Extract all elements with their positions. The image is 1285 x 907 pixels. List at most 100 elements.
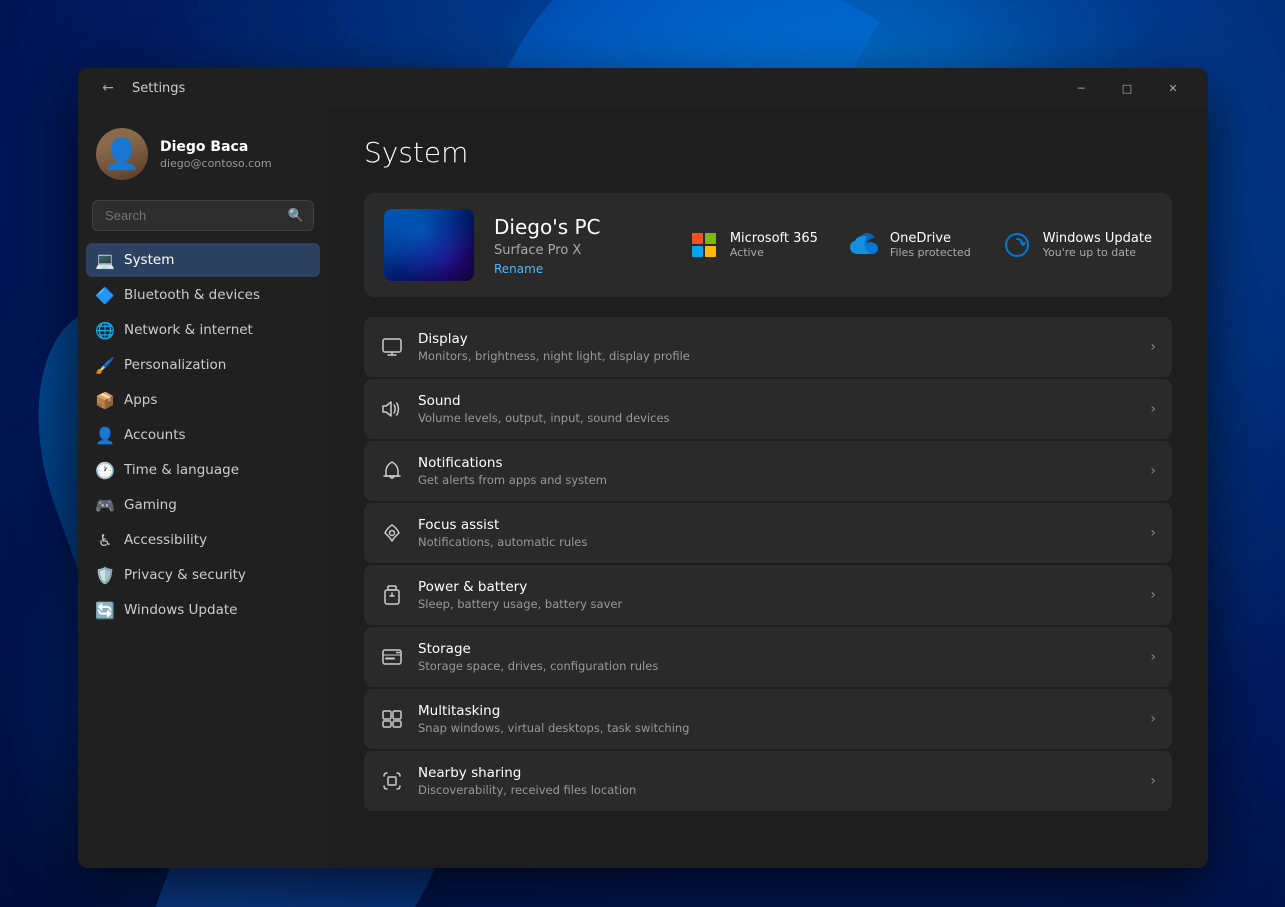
settings-row-display[interactable]: Display Monitors, brightness, night ligh… xyxy=(364,317,1172,377)
sound-icon xyxy=(380,397,404,421)
user-profile[interactable]: Diego Baca diego@contoso.com xyxy=(86,120,320,196)
user-info: Diego Baca diego@contoso.com xyxy=(160,139,310,170)
power-chevron: › xyxy=(1150,587,1156,603)
multitasking-icon xyxy=(380,707,404,731)
winupdate-icon xyxy=(1001,229,1033,261)
settings-row-power[interactable]: Power & battery Sleep, battery usage, ba… xyxy=(364,565,1172,625)
window-title: Settings xyxy=(132,81,185,96)
sidebar-item-label: Bluetooth & devices xyxy=(124,287,260,303)
sidebar-nav: 💻 System 🔷 Bluetooth & devices 🌐 Network… xyxy=(86,243,320,627)
nearby-title: Nearby sharing xyxy=(418,765,1136,781)
sidebar-item-label: Privacy & security xyxy=(124,567,246,583)
rename-link[interactable]: Rename xyxy=(494,262,668,276)
accounts-icon: 👤 xyxy=(96,426,114,444)
display-desc: Monitors, brightness, night light, displ… xyxy=(418,349,1136,363)
search-icon: 🔍 xyxy=(288,208,304,223)
page-title: System xyxy=(364,136,1172,169)
service-onedrive-info: OneDrive Files protected xyxy=(890,231,971,259)
apps-icon: 📦 xyxy=(96,391,114,409)
service-winupdate-status: You're up to date xyxy=(1043,246,1152,259)
sidebar-item-apps[interactable]: 📦 Apps xyxy=(86,383,320,417)
sidebar-item-system[interactable]: 💻 System xyxy=(86,243,320,277)
sidebar-item-privacy[interactable]: 🛡️ Privacy & security xyxy=(86,558,320,592)
settings-row-storage[interactable]: Storage Storage space, drives, configura… xyxy=(364,627,1172,687)
display-title: Display xyxy=(418,331,1136,347)
sound-chevron: › xyxy=(1150,401,1156,417)
sidebar-item-personalization[interactable]: 🖌️ Personalization xyxy=(86,348,320,382)
service-winupdate-name: Windows Update xyxy=(1043,231,1152,246)
sidebar-item-time[interactable]: 🕐 Time & language xyxy=(86,453,320,487)
user-email: diego@contoso.com xyxy=(160,157,310,170)
storage-desc: Storage space, drives, configuration rul… xyxy=(418,659,1136,673)
settings-window: ← Settings ─ □ ✕ Diego Baca diego@contos… xyxy=(78,68,1208,868)
settings-row-nearby[interactable]: Nearby sharing Discoverability, received… xyxy=(364,751,1172,811)
service-onedrive-name: OneDrive xyxy=(890,231,971,246)
sidebar-item-label: Accessibility xyxy=(124,532,207,548)
pc-card: Diego's PC Surface Pro X Rename xyxy=(364,193,1172,297)
service-ms365[interactable]: Microsoft 365 Active xyxy=(688,229,818,261)
sidebar-item-label: Windows Update xyxy=(124,602,237,618)
storage-text: Storage Storage space, drives, configura… xyxy=(418,641,1136,673)
service-ms365-status: Active xyxy=(730,246,818,259)
settings-row-sound[interactable]: Sound Volume levels, output, input, soun… xyxy=(364,379,1172,439)
storage-chevron: › xyxy=(1150,649,1156,665)
search-input[interactable] xyxy=(92,200,314,231)
windowsupdate-icon: 🔄 xyxy=(96,601,114,619)
time-icon: 🕐 xyxy=(96,461,114,479)
pc-name: Diego's PC xyxy=(494,215,668,239)
sound-desc: Volume levels, output, input, sound devi… xyxy=(418,411,1136,425)
personalization-icon: 🖌️ xyxy=(96,356,114,374)
storage-title: Storage xyxy=(418,641,1136,657)
power-desc: Sleep, battery usage, battery saver xyxy=(418,597,1136,611)
pc-model: Surface Pro X xyxy=(494,243,668,258)
user-name: Diego Baca xyxy=(160,139,310,155)
focus-title: Focus assist xyxy=(418,517,1136,533)
sidebar: Diego Baca diego@contoso.com 🔍 💻 System … xyxy=(78,108,328,868)
settings-row-notifications[interactable]: Notifications Get alerts from apps and s… xyxy=(364,441,1172,501)
network-icon: 🌐 xyxy=(96,321,114,339)
power-title: Power & battery xyxy=(418,579,1136,595)
service-onedrive-status: Files protected xyxy=(890,246,971,259)
service-winupdate-info: Windows Update You're up to date xyxy=(1043,231,1152,259)
focus-chevron: › xyxy=(1150,525,1156,541)
sidebar-item-network[interactable]: 🌐 Network & internet xyxy=(86,313,320,347)
sidebar-item-label: Apps xyxy=(124,392,157,408)
accessibility-icon: ♿ xyxy=(96,531,114,549)
sidebar-item-label: System xyxy=(124,252,174,268)
pc-info: Diego's PC Surface Pro X Rename xyxy=(494,215,668,276)
minimize-button[interactable]: ─ xyxy=(1058,72,1104,104)
sidebar-item-label: Accounts xyxy=(124,427,186,443)
avatar xyxy=(96,128,148,180)
sound-title: Sound xyxy=(418,393,1136,409)
multitasking-title: Multitasking xyxy=(418,703,1136,719)
nearby-text: Nearby sharing Discoverability, received… xyxy=(418,765,1136,797)
nearby-chevron: › xyxy=(1150,773,1156,789)
nearby-icon xyxy=(380,769,404,793)
multitasking-text: Multitasking Snap windows, virtual deskt… xyxy=(418,703,1136,735)
back-button[interactable]: ← xyxy=(94,74,122,102)
focus-icon xyxy=(380,521,404,545)
nearby-desc: Discoverability, received files location xyxy=(418,783,1136,797)
settings-row-multitasking[interactable]: Multitasking Snap windows, virtual deskt… xyxy=(364,689,1172,749)
notifications-chevron: › xyxy=(1150,463,1156,479)
close-button[interactable]: ✕ xyxy=(1150,72,1196,104)
settings-list: Display Monitors, brightness, night ligh… xyxy=(364,317,1172,811)
sidebar-item-windowsupdate[interactable]: 🔄 Windows Update xyxy=(86,593,320,627)
display-text: Display Monitors, brightness, night ligh… xyxy=(418,331,1136,363)
sidebar-item-label: Gaming xyxy=(124,497,177,513)
service-winupdate[interactable]: Windows Update You're up to date xyxy=(1001,229,1152,261)
sidebar-item-label: Network & internet xyxy=(124,322,253,338)
sidebar-item-accessibility[interactable]: ♿ Accessibility xyxy=(86,523,320,557)
maximize-button[interactable]: □ xyxy=(1104,72,1150,104)
sidebar-item-label: Personalization xyxy=(124,357,226,373)
window-controls: ─ □ ✕ xyxy=(1058,72,1196,104)
notifications-title: Notifications xyxy=(418,455,1136,471)
service-onedrive[interactable]: OneDrive Files protected xyxy=(848,229,971,261)
display-chevron: › xyxy=(1150,339,1156,355)
sidebar-item-accounts[interactable]: 👤 Accounts xyxy=(86,418,320,452)
notifications-desc: Get alerts from apps and system xyxy=(418,473,1136,487)
settings-row-focus[interactable]: Focus assist Notifications, automatic ru… xyxy=(364,503,1172,563)
sidebar-item-bluetooth[interactable]: 🔷 Bluetooth & devices xyxy=(86,278,320,312)
sidebar-item-gaming[interactable]: 🎮 Gaming xyxy=(86,488,320,522)
notifications-icon xyxy=(380,459,404,483)
